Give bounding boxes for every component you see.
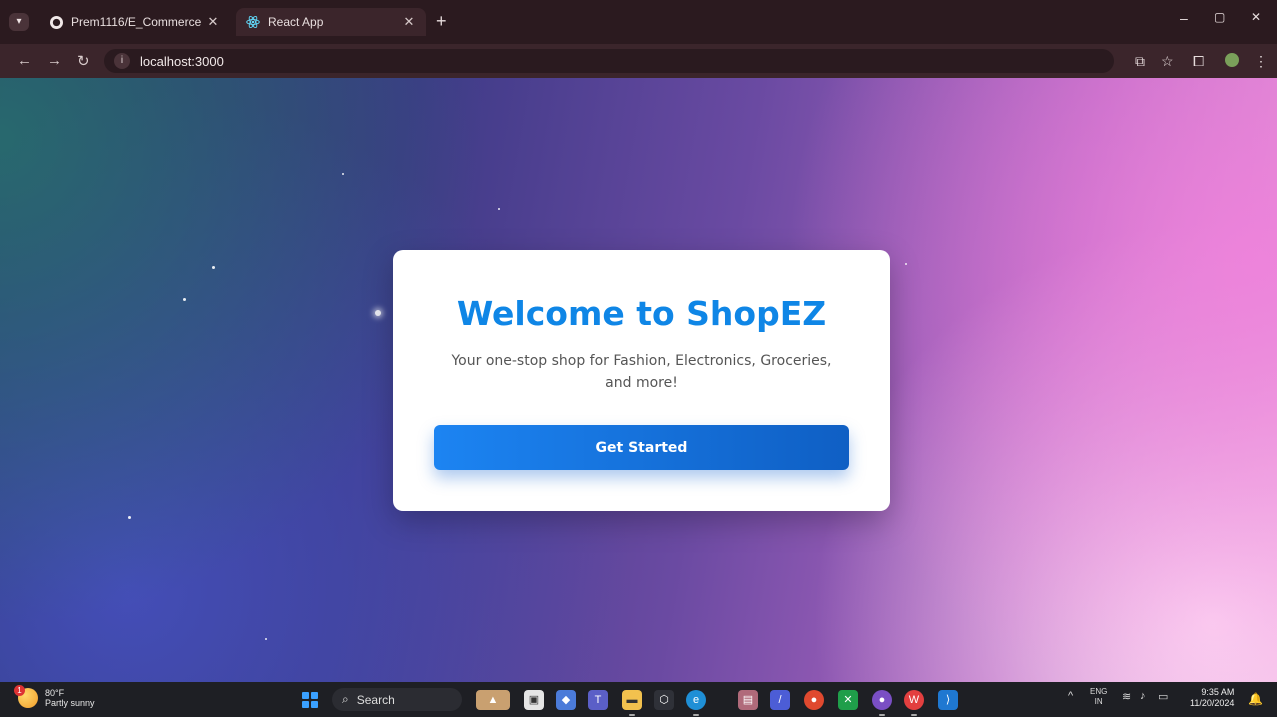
copilot-icon[interactable]: ◆ — [556, 690, 576, 710]
chrome-canary-icon[interactable]: ● — [872, 690, 892, 716]
language-code: ENG — [1090, 687, 1108, 696]
start-icon-square — [302, 692, 309, 699]
start-icon-square — [311, 701, 318, 708]
minimize-button[interactable]: – — [1180, 10, 1188, 26]
windows-taskbar: 1 80°F Partly sunny ⌕ Search ▲ ▣ ◆ T ▬ ⬡… — [0, 682, 1277, 717]
battery-icon[interactable]: ▭ — [1158, 690, 1168, 703]
reload-icon[interactable]: ↻ — [77, 52, 90, 70]
close-tab-icon[interactable]: ✕ — [206, 14, 220, 30]
taskbar-search[interactable]: ⌕ Search — [332, 688, 462, 711]
page-title: Welcome to ShopEZ — [456, 294, 827, 333]
app-icon[interactable]: / — [770, 690, 790, 710]
star-decoration — [183, 298, 186, 301]
address-bar[interactable]: i localhost:3000 — [104, 49, 1114, 73]
get-started-button[interactable]: Get Started — [434, 425, 849, 470]
tab-title: React App — [268, 15, 324, 29]
star-decoration — [905, 263, 907, 265]
restore-button[interactable]: ▢ — [1214, 10, 1225, 24]
weather-widget[interactable]: 1 80°F Partly sunny — [14, 685, 95, 708]
edge-icon[interactable]: e — [686, 690, 706, 716]
weather-condition: Partly sunny — [45, 698, 95, 708]
star-decoration — [342, 173, 344, 175]
teams-icon[interactable]: T — [588, 690, 608, 710]
notification-bell-icon[interactable]: 🔔 — [1248, 692, 1263, 706]
cast-icon[interactable]: ⧉ — [1135, 53, 1145, 70]
region-code: IN — [1094, 697, 1103, 706]
welcome-card: Welcome to ShopEZ Your one-stop shop for… — [393, 250, 890, 511]
wifi-icon[interactable]: ≋ — [1122, 690, 1131, 703]
page-subtitle: Your one-stop shop for Fashion, Electron… — [451, 353, 832, 391]
new-tab-button[interactable]: + — [436, 11, 447, 32]
clock-date: 11/20/2024 — [1190, 698, 1235, 708]
star-decoration — [375, 310, 381, 316]
settings-app-icon[interactable]: ⬡ — [654, 690, 674, 710]
file-explorer-icon[interactable]: ▬ — [622, 690, 642, 716]
browser-tab-bar: ▾ Prem1116/E_Commerce ✕ React App ✕ + – … — [0, 0, 1277, 44]
weather-temp: 80°F — [45, 688, 65, 698]
office-icon[interactable]: W — [904, 690, 924, 716]
start-icon-square — [302, 701, 309, 708]
react-icon — [246, 15, 260, 29]
search-icon: ⌕ — [342, 692, 349, 706]
chrome-icon[interactable]: ● — [804, 690, 824, 710]
forward-arrow-icon[interactable]: → — [47, 52, 62, 69]
chevron-up-icon[interactable]: ^ — [1068, 690, 1073, 702]
profile-avatar[interactable] — [1225, 53, 1239, 70]
star-decoration — [212, 266, 215, 269]
close-tab-icon[interactable]: ✕ — [402, 14, 416, 30]
chevron-down-icon: ▾ — [16, 16, 22, 27]
search-label: Search — [356, 692, 395, 707]
tab-title: Prem1116/E_Commerce — [71, 15, 202, 29]
page-background: Welcome to ShopEZ Your one-stop shop for… — [0, 78, 1277, 682]
windows-start-button[interactable] — [302, 692, 318, 708]
browser-toolbar: ← → ↻ i localhost:3000 ⧉ ☆ ⧠ ⋮ — [0, 44, 1277, 78]
xbox-icon[interactable]: ✕ — [838, 690, 858, 710]
bookmark-star-icon[interactable]: ☆ — [1161, 53, 1174, 70]
widgets-news-icon[interactable]: ▲ — [476, 690, 510, 710]
extensions-icon[interactable]: ⧠ — [1193, 53, 1204, 70]
clock-time: 9:35 AM — [1201, 687, 1235, 697]
task-view-icon[interactable]: ▣ — [524, 690, 544, 710]
star-decoration — [265, 638, 267, 640]
start-icon-square — [311, 692, 318, 699]
avatar-icon — [1225, 53, 1239, 67]
star-decoration — [498, 208, 500, 210]
weather-sun-icon: 1 — [14, 685, 38, 708]
notification-badge: 1 — [14, 685, 25, 696]
language-indicator[interactable]: ENG IN — [1090, 687, 1107, 707]
close-window-button[interactable]: ✕ — [1251, 10, 1261, 24]
menu-kebab-icon[interactable]: ⋮ — [1254, 53, 1268, 70]
back-arrow-icon[interactable]: ← — [17, 52, 32, 69]
system-clock[interactable]: 9:35 AM 11/20/2024 — [1190, 687, 1234, 709]
screen: ▾ Prem1116/E_Commerce ✕ React App ✕ + – … — [0, 0, 1277, 717]
volume-icon[interactable]: ♪ — [1140, 690, 1146, 702]
github-icon — [50, 15, 63, 29]
star-decoration — [128, 516, 131, 519]
address-text: localhost:3000 — [140, 53, 224, 69]
tab-github[interactable]: Prem1116/E_Commerce ✕ — [40, 8, 230, 36]
store-icon[interactable]: ▤ — [738, 690, 758, 710]
tab-react-app[interactable]: React App ✕ — [236, 8, 426, 36]
vscode-icon[interactable]: ⟩ — [938, 690, 958, 710]
site-info-icon[interactable]: i — [114, 53, 130, 69]
tab-search-button[interactable]: ▾ — [9, 13, 29, 31]
